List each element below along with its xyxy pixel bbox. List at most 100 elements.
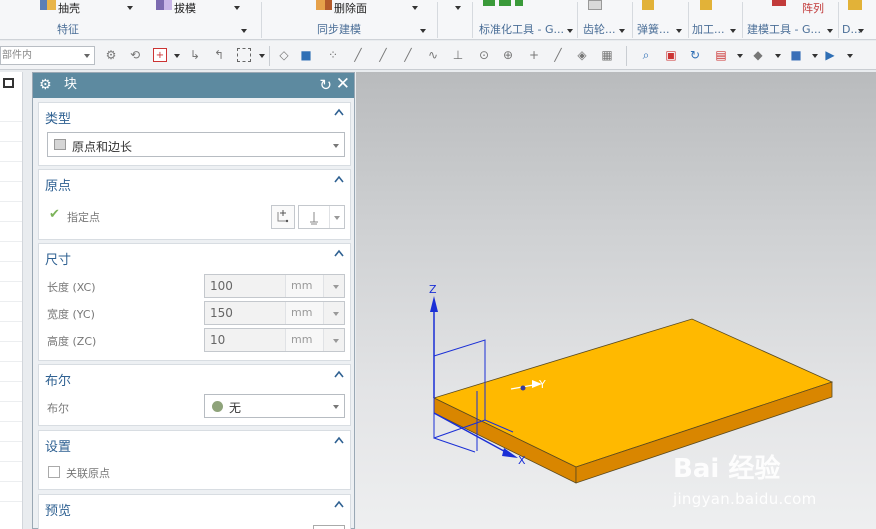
group-machining-dropdown-icon[interactable] <box>730 29 736 33</box>
chevron-up-icon[interactable] <box>334 108 344 118</box>
block-dialog: ⚙ 块 ↻ ✕ 类型 原点和边长 原点 ✔ 指定点 尺寸 长度 (XC) 100… <box>32 72 355 529</box>
width-input[interactable]: 150 mm <box>204 301 345 325</box>
cube-view-dropdown-icon[interactable] <box>812 54 818 58</box>
select-mode-icon[interactable]: + <box>153 48 167 62</box>
length-label: 长度 (XC) <box>47 281 96 294</box>
specify-point-label: 指定点 <box>67 211 100 224</box>
gear-tool-icon[interactable] <box>588 0 604 17</box>
section-origin: 原点 ✔ 指定点 <box>38 169 351 240</box>
boolean-select[interactable]: 无 <box>204 394 345 418</box>
face-icon[interactable]: ◇ <box>277 48 291 62</box>
group-standard-tools: 标准化工具 - G... <box>479 23 564 36</box>
midpoint-icon[interactable]: ⊥ <box>451 48 465 62</box>
section-preview: 预览 <box>38 494 351 529</box>
chevron-up-icon[interactable] <box>334 249 344 259</box>
group-d-dropdown-icon[interactable] <box>858 29 864 33</box>
width-label: 宽度 (YC) <box>47 308 95 321</box>
orient-view-icon[interactable]: ▤ <box>714 48 728 62</box>
quadrant-icon[interactable]: ⊕ <box>501 48 515 62</box>
shell-button[interactable]: 抽壳 <box>40 0 80 17</box>
group-feature: 特征 <box>57 23 79 36</box>
intersect-icon[interactable]: ╱ <box>551 48 565 62</box>
section-settings-header[interactable]: 设置 <box>39 431 350 457</box>
group-modeling-dropdown-icon[interactable] <box>827 29 833 33</box>
zoom-icon[interactable]: ▣ <box>664 48 678 62</box>
group-spring-dropdown-icon[interactable] <box>676 29 682 33</box>
shell-dropdown-icon[interactable] <box>127 6 133 10</box>
length-input[interactable]: 100 mm <box>204 274 345 298</box>
chevron-up-icon[interactable] <box>334 436 344 446</box>
section-type-header[interactable]: 类型 <box>39 103 350 129</box>
deselect-icon[interactable]: ↰ <box>212 48 226 62</box>
select-arrow-icon[interactable]: ↳ <box>188 48 202 62</box>
modeling-tool-icon[interactable] <box>772 0 788 17</box>
draft-button[interactable]: 拔模 <box>156 0 196 17</box>
associative-origin-checkbox[interactable] <box>48 466 60 478</box>
filter-icon[interactable]: ⟲ <box>128 48 142 62</box>
group-standard-dropdown-icon[interactable] <box>567 29 573 33</box>
rotate-icon[interactable]: ↻ <box>688 48 702 62</box>
center-icon[interactable]: ⊙ <box>477 48 491 62</box>
spline-icon[interactable]: ∿ <box>426 48 440 62</box>
section-preview-header[interactable]: 预览 <box>39 495 350 521</box>
fit-view-icon[interactable]: ⌕ <box>639 48 653 62</box>
line-icon[interactable]: ╱ <box>351 48 365 62</box>
section-view-icon[interactable]: ▶ <box>823 48 837 62</box>
check-icon: ✔ <box>49 207 60 222</box>
type-select[interactable]: 原点和边长 <box>47 132 345 157</box>
chevron-up-icon[interactable] <box>334 500 344 510</box>
preview-button[interactable] <box>313 525 345 529</box>
ribbon-item-array[interactable]: 阵列 <box>802 0 824 17</box>
point-dialog-button[interactable] <box>271 205 295 229</box>
draft-icon <box>156 0 172 10</box>
section-dimensions-header[interactable]: 尺寸 <box>39 244 350 270</box>
extra-tool-icon[interactable] <box>848 0 864 17</box>
surface-point-icon[interactable]: ◈ <box>575 48 589 62</box>
graphics-viewport[interactable]: Z Y X Bai 经验 jingyan.baidu.com <box>356 72 876 529</box>
section-dimensions: 尺寸 长度 (XC) 100 mm 宽度 (YC) 150 mm 高度 (ZC)… <box>38 243 351 361</box>
section-boolean: 布尔 布尔 无 <box>38 364 351 426</box>
window-icon[interactable] <box>3 78 14 88</box>
section-dropdown-icon[interactable] <box>847 54 853 58</box>
delete-face-button[interactable]: 删除面 <box>316 0 367 17</box>
orient-dropdown-icon[interactable] <box>737 54 743 58</box>
section-boolean-header[interactable]: 布尔 <box>39 365 350 391</box>
point-icon[interactable]: ⁘ <box>326 48 340 62</box>
grid-point-icon[interactable]: ▦ <box>600 48 614 62</box>
reset-icon[interactable]: ↻ <box>319 75 332 95</box>
more-dropdown-icon[interactable] <box>455 6 461 10</box>
filter-scope-select[interactable]: 部件内 <box>0 46 95 65</box>
close-icon[interactable]: ✕ <box>336 74 350 94</box>
group-feature-dropdown-icon[interactable] <box>241 29 247 33</box>
section-origin-header[interactable]: 原点 <box>39 170 350 196</box>
dialog-title: 块 <box>64 77 78 92</box>
edge-icon[interactable]: ╱ <box>401 48 415 62</box>
chevron-up-icon[interactable] <box>334 175 344 185</box>
curve-icon[interactable]: ╱ <box>376 48 390 62</box>
height-input[interactable]: 10 mm <box>204 328 345 352</box>
selection-toolbar: 部件内 ⚙ ⟲ + ↳ ↰ ◇ ■ ⁘ ╱ ╱ ╱ ∿ ⊥ ⊙ ⊕ + ╱ ◈ … <box>0 41 876 70</box>
solid-body-icon[interactable]: ■ <box>299 48 313 62</box>
group-gear-dropdown-icon[interactable] <box>619 29 625 33</box>
existing-point-icon[interactable]: + <box>527 48 541 62</box>
draft-dropdown-icon[interactable] <box>234 6 240 10</box>
resource-bar <box>0 72 23 529</box>
render-style-icon[interactable]: ◆ <box>751 48 765 62</box>
select-mode-dropdown-icon[interactable] <box>174 54 180 58</box>
dialog-titlebar: ⚙ 块 ↻ ✕ <box>33 73 354 98</box>
group-sync-dropdown-icon[interactable] <box>420 29 426 33</box>
machining-tool-icon[interactable] <box>700 0 714 17</box>
cube-view-icon[interactable]: ■ <box>789 48 803 62</box>
point-inference-select[interactable] <box>298 205 345 229</box>
box-select-icon[interactable] <box>237 48 251 62</box>
gear-icon[interactable]: ⚙ <box>39 76 52 94</box>
standard-tools-icons[interactable] <box>483 0 525 17</box>
z-axis-arrowhead <box>430 296 438 312</box>
spring-tool-icon[interactable] <box>642 0 656 17</box>
group-spring: 弹簧... <box>637 23 670 36</box>
delete-face-dropdown-icon[interactable] <box>412 6 418 10</box>
chevron-up-icon[interactable] <box>334 370 344 380</box>
snap-icon[interactable]: ⚙ <box>104 48 118 62</box>
render-dropdown-icon[interactable] <box>775 54 781 58</box>
box-select-dropdown-icon[interactable] <box>259 54 265 58</box>
